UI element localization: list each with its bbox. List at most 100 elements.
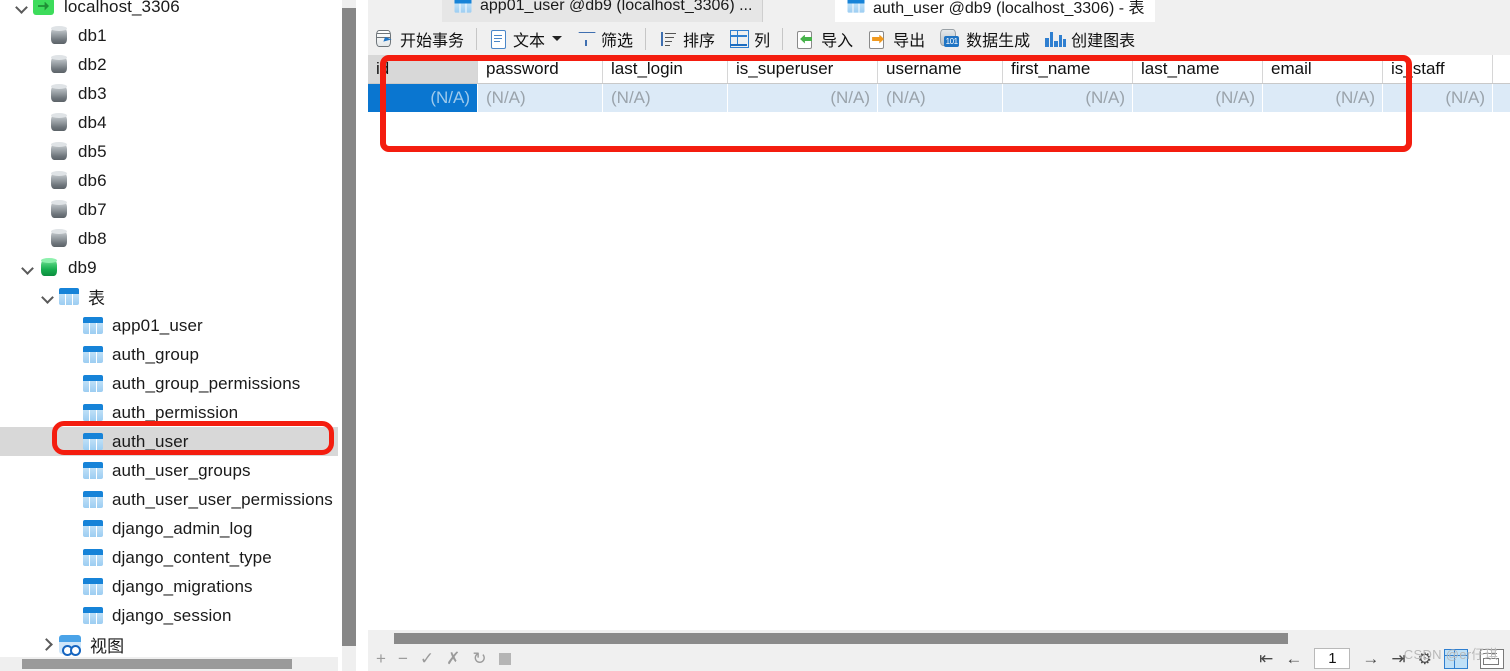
tree-item-label: db4 [78,112,107,132]
tree-item-app01_user[interactable]: app01_user [0,311,338,340]
tree-item-label: django_admin_log [112,518,253,538]
column-header-label: last_login [611,59,683,78]
column-header-is_superuser[interactable]: is_superuser [728,55,878,83]
table-icon [82,374,104,394]
table-icon [82,403,104,423]
tree-item-auth_group[interactable]: auth_group [0,340,338,369]
page-input[interactable]: 1 [1314,648,1351,669]
data-grid[interactable]: id password last_login is_superuser user… [368,55,1510,630]
column-header-is_staff[interactable]: is_staff [1383,55,1493,83]
tree-item-db5[interactable]: db5 [0,137,338,166]
grid-horizontal-scrollbar[interactable] [368,630,1510,646]
column-header-last_login[interactable]: last_login [603,55,728,83]
import-icon [795,29,816,49]
record-status-bar: + − ✓ ✗ ↻ ⇤ ← 1 → ⇥ ⚙ [368,646,1510,671]
sort-button[interactable]: 排序 [651,24,722,54]
column-header-username[interactable]: username [878,55,1003,83]
table-icon [82,432,104,452]
column-header-email[interactable]: email [1263,55,1383,83]
tree-item-auth_user_groups[interactable]: auth_user_groups [0,456,338,485]
tree-item-db3[interactable]: db3 [0,79,338,108]
cell-username[interactable]: (N/A) [878,84,1003,112]
gear-icon[interactable]: ⚙ [1418,649,1432,669]
tree-item-auth_user_user_permissions[interactable]: auth_user_user_permissions [0,485,338,514]
tree-item-auth_group_permissions[interactable]: auth_group_permissions [0,369,338,398]
tree-item-label: db7 [78,199,107,219]
object-tree-sidebar[interactable]: localhost_3306 db1 db2 db3 db4 db5 db6 d… [0,0,338,671]
tab-label: app01_user @db9 (localhost_3306) ... [480,0,753,14]
data-generation-button[interactable]: 101 数据生成 [932,24,1037,54]
next-page-button[interactable]: → [1362,650,1379,667]
column-header-label: username [886,59,962,78]
refresh-button[interactable]: ↻ [472,650,486,667]
tree-item-django_session[interactable]: django_session [0,601,338,630]
cell-password[interactable]: (N/A) [478,84,603,112]
columns-button[interactable]: 列 [722,24,777,54]
cell-value: (N/A) [1215,88,1255,107]
cell-email[interactable]: (N/A) [1263,84,1383,112]
scrollbar-thumb[interactable] [22,659,292,669]
cell-is_superuser[interactable]: (N/A) [728,84,878,112]
sort-icon [658,29,678,49]
chevron-down-icon[interactable] [40,289,56,305]
grid-view-icon[interactable] [1444,648,1468,669]
export-button[interactable]: 导出 [860,24,932,54]
prev-page-button[interactable]: ← [1285,650,1302,667]
database-icon [48,170,70,192]
tree-item-db2[interactable]: db2 [0,50,338,79]
cell-id[interactable]: (N/A) [368,84,478,112]
column-header-id[interactable]: id [368,55,478,83]
tree-item-django_admin_log[interactable]: django_admin_log [0,514,338,543]
column-header-first_name[interactable]: first_name [1003,55,1133,83]
toolbar-separator [782,27,784,50]
text-button[interactable]: 文本 [482,24,569,54]
table-row[interactable]: (N/A) (N/A) (N/A) (N/A) (N/A) (N/A) (N/A… [368,84,1510,113]
chevron-down-icon[interactable] [20,260,36,276]
add-record-button[interactable]: + [376,650,386,667]
tree-item-db7[interactable]: db7 [0,195,338,224]
tree-item-auth_permission[interactable]: auth_permission [0,398,338,427]
view-icon [58,634,82,656]
first-page-button[interactable]: ⇤ [1259,650,1273,667]
chevron-right-icon[interactable] [40,637,56,653]
tree-item-label: db2 [78,54,107,74]
confirm-edit-button[interactable]: ✓ [420,650,434,667]
tab-app01_user[interactable]: app01_user @db9 (localhost_3306) ... [442,0,764,22]
tree-item-auth_user[interactable]: auth_user [0,427,338,456]
tree-item-db6[interactable]: db6 [0,166,338,195]
tree-group-tables[interactable]: 表 [0,282,338,311]
tree-item-django_migrations[interactable]: django_migrations [0,572,338,601]
cell-first_name[interactable]: (N/A) [1003,84,1133,112]
tree-item-db4[interactable]: db4 [0,108,338,137]
chevron-down-icon[interactable] [552,36,563,41]
delete-record-button[interactable]: − [398,650,408,667]
cancel-edit-button[interactable]: ✗ [446,650,460,667]
tree-item-connection[interactable]: localhost_3306 [0,0,338,21]
import-button[interactable]: 导入 [788,24,860,54]
tree-item-db1[interactable]: db1 [0,21,338,50]
tree-item-db9[interactable]: db9 [0,253,338,282]
scrollbar-thumb[interactable] [394,633,1288,644]
form-view-icon[interactable] [1480,648,1504,669]
tab-auth_user[interactable]: auth_user @db9 (localhost_3306) - 表 [835,0,1155,22]
last-page-button[interactable]: ⇥ [1391,650,1405,667]
tree-item-label: auth_user_groups [112,460,251,480]
tree-item-label: db6 [78,170,107,190]
cell-is_staff[interactable]: (N/A) [1383,84,1493,112]
chevron-down-icon[interactable] [14,0,30,15]
cell-last_name[interactable]: (N/A) [1133,84,1263,112]
stop-icon[interactable] [498,652,511,665]
create-chart-button[interactable]: 创建图表 [1037,24,1142,54]
begin-transaction-button[interactable]: 开始事务 [368,24,471,54]
tree-group-views[interactable]: 视图 [0,630,338,659]
cell-last_login[interactable]: (N/A) [603,84,728,112]
scrollbar-thumb[interactable] [342,8,356,646]
sidebar-horizontal-scrollbar[interactable] [0,657,338,671]
tree-item-label: auth_group_permissions [112,373,301,393]
table-folder-icon [58,287,80,307]
tree-item-django_content_type[interactable]: django_content_type [0,543,338,572]
column-header-password[interactable]: password [478,55,603,83]
filter-button[interactable]: 筛选 [569,24,640,54]
tree-item-db8[interactable]: db8 [0,224,338,253]
column-header-last_name[interactable]: last_name [1133,55,1263,83]
